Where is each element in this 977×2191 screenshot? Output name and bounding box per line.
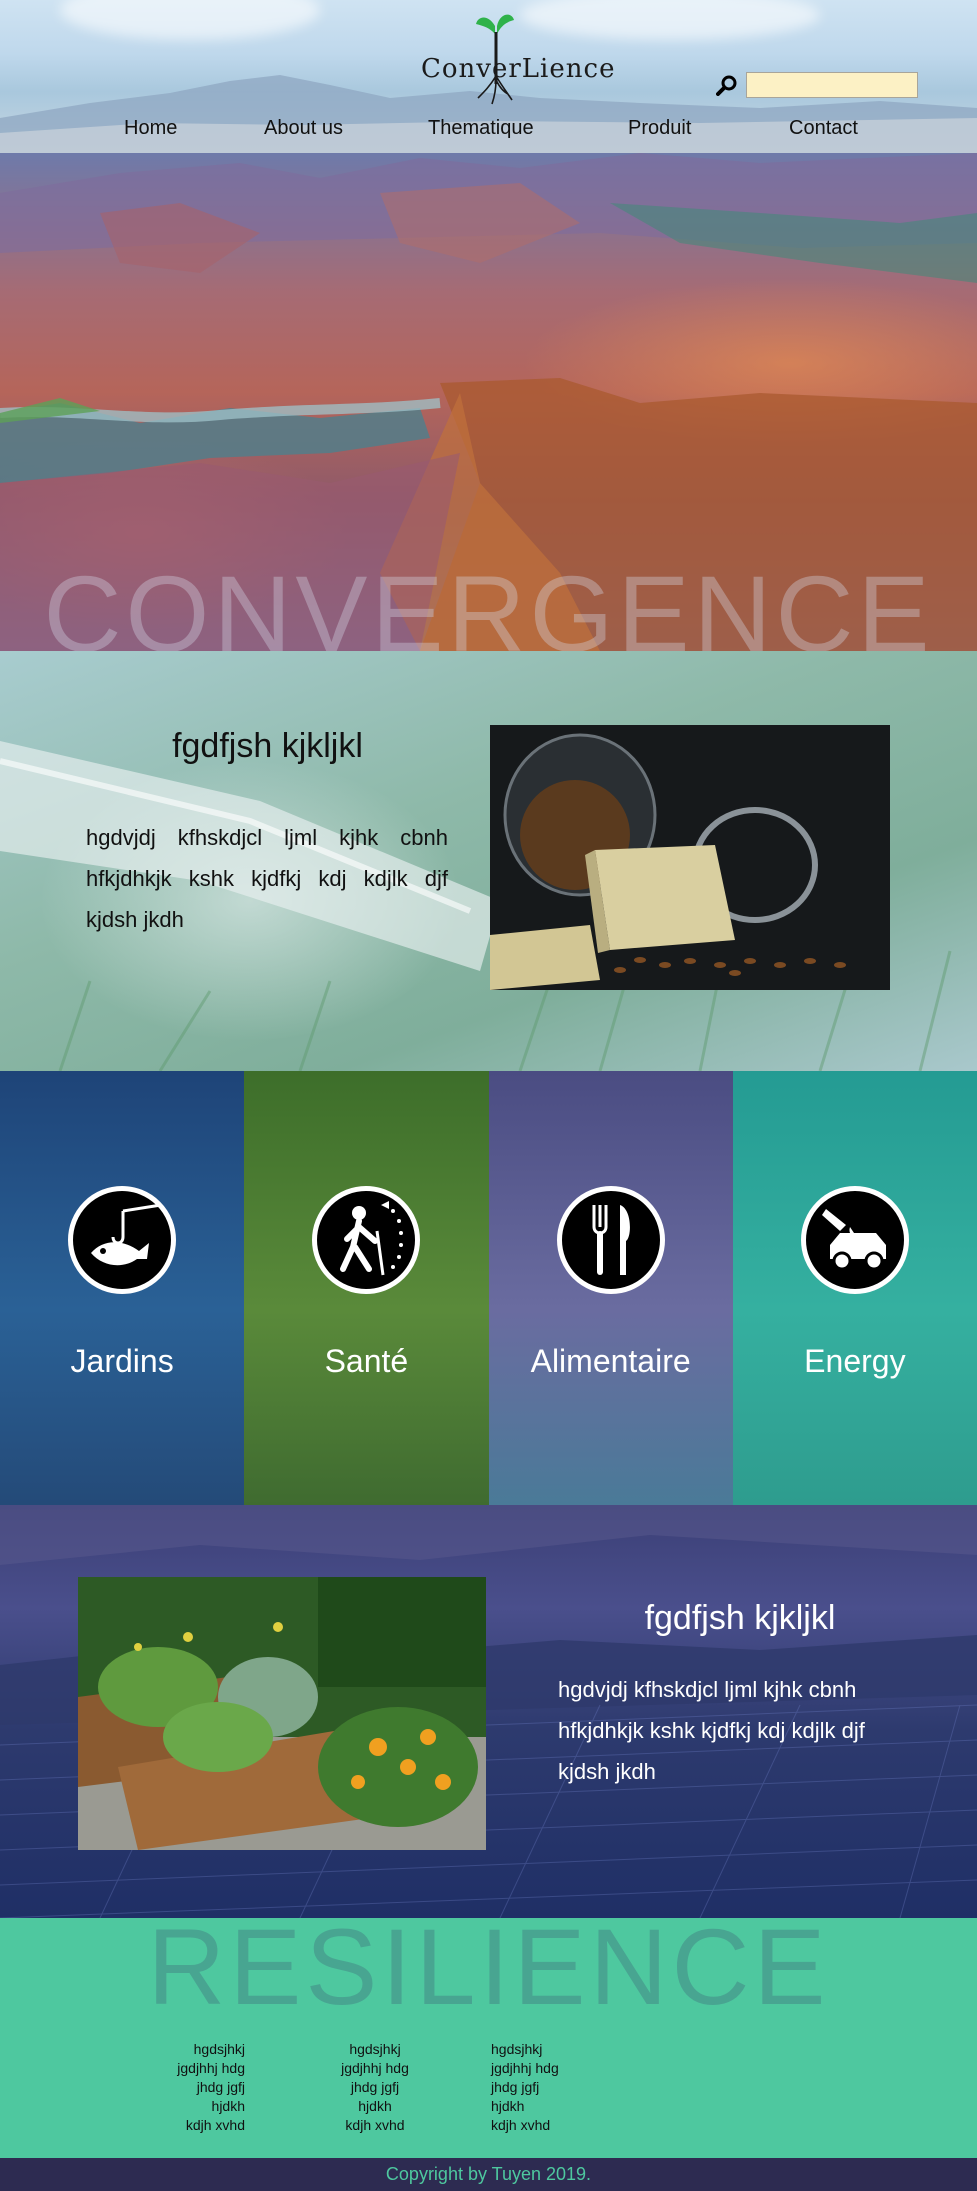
search-bar [716,72,918,98]
fork-knife-icon [556,1186,665,1294]
hero-title: CONVERGENCE [43,553,934,651]
feature1-title: fgdfjsh kjkljkl [172,727,363,765]
feature2-title: fgdfjsh kjkljkl [644,1599,836,1637]
category-sante[interactable]: Santé [244,1071,489,1505]
footer-link[interactable]: kdjh xvhd [491,2116,591,2135]
main-nav: Home About us Thematique Produit Contact [0,113,977,149]
garden-photo-drawing [78,1577,486,1850]
footer-link[interactable]: hjdkh [325,2097,425,2116]
search-icon[interactable] [716,74,738,96]
feature2-text: hgdvjdj kfhskdjcl ljml kjhk cbnh hfkjdhk… [558,1677,865,1784]
nav-home[interactable]: Home [124,117,177,140]
nav-about-us[interactable]: About us [264,117,343,140]
footer-column-1: hgdsjhkj jgdjhhj hdg jhdg jgfj hjdkh kdj… [150,2040,245,2135]
category-label: Jardins [70,1343,174,1379]
hiking-icon [312,1186,421,1294]
category-label: Alimentaire [530,1343,691,1379]
footer-link[interactable]: kdjh xvhd [150,2116,245,2135]
feature-section-2: fgdfjsh kjkljkl hgdvjdj kfhskdjcl ljml k… [0,1505,977,1918]
footer-link[interactable]: hjdkh [150,2097,245,2116]
car-fuel-icon [800,1186,909,1294]
nav-contact[interactable]: Contact [789,117,858,140]
footer-link[interactable]: jhdg jgfj [150,2078,245,2097]
hero-banner: CONVERGENCE [0,153,977,651]
cheese-and-grains-photo [490,725,890,990]
copyright-bar: Copyright by Tuyen 2019. [0,2158,977,2191]
logo-text: ConverLience [421,54,616,84]
footer-column-2: hgdsjhkj jgdjhhj hdg jhdg jgfj hjdkh kdj… [325,2040,425,2135]
cheese-photo-drawing [490,725,890,990]
search-input[interactable] [746,72,918,98]
category-jardins[interactable]: Jardins [0,1071,245,1505]
footer-link[interactable]: jhdg jgfj [491,2078,591,2097]
footer-link[interactable]: kdjh xvhd [325,2116,425,2135]
nav-produit[interactable]: Produit [628,117,691,140]
footer-link[interactable]: jgdjhhj hdg [150,2059,245,2078]
footer-link[interactable]: hjdkh [491,2097,591,2116]
footer-column-3: hgdsjhkj jgdjhhj hdg jhdg jgfj hjdkh kdj… [491,2040,591,2135]
nav-thematique[interactable]: Thematique [428,117,534,140]
category-label: Santé [324,1343,409,1379]
footer-link[interactable]: jhdg jgfj [325,2078,425,2097]
feature-section-1: fgdfjsh kjkljkl hgdvjdj kfhskdjcl ljml k… [0,651,977,1071]
footer-link[interactable]: hgdsjhkj [491,2040,591,2059]
site-header: ConverLience Home About us Thematique Pr… [0,0,977,153]
category-alimentaire[interactable]: Alimentaire [488,1071,733,1505]
raised-garden-beds-photo [78,1577,486,1850]
category-label: Energy [804,1343,906,1379]
footer-link[interactable]: jgdjhhj hdg [325,2059,425,2078]
site-footer: RESILIENCE hgdsjhkj jgdjhhj hdg jhdg jgf… [0,1918,977,2158]
footer-title: RESILIENCE [147,1918,830,2027]
footer-link[interactable]: jgdjhhj hdg [491,2059,591,2078]
footer-link[interactable]: hgdsjhkj [150,2040,245,2059]
feature1-text: hgdvjdj kfhskdjcl ljml kjhk cbnh hfkjdhk… [86,825,448,932]
category-energy[interactable]: Energy [732,1071,977,1505]
footer-link[interactable]: hgdsjhkj [325,2040,425,2059]
category-tiles: Jardins Santé Alimentaire Energy [0,1071,977,1505]
fishing-icon [68,1186,177,1294]
site-logo[interactable]: ConverLience [400,14,614,106]
